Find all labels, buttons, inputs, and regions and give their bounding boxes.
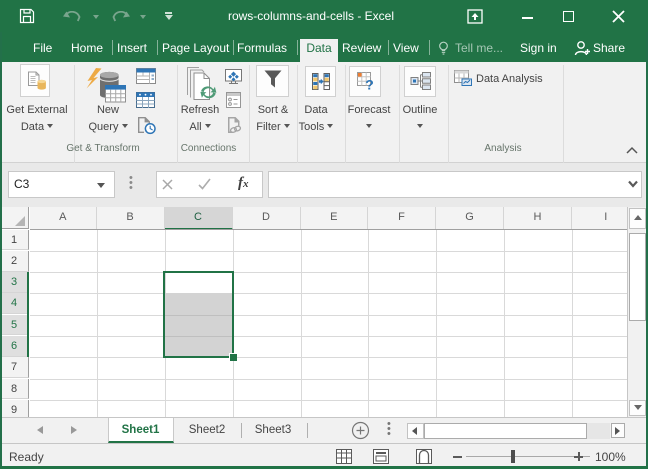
svg-text:?: ? (365, 77, 374, 92)
